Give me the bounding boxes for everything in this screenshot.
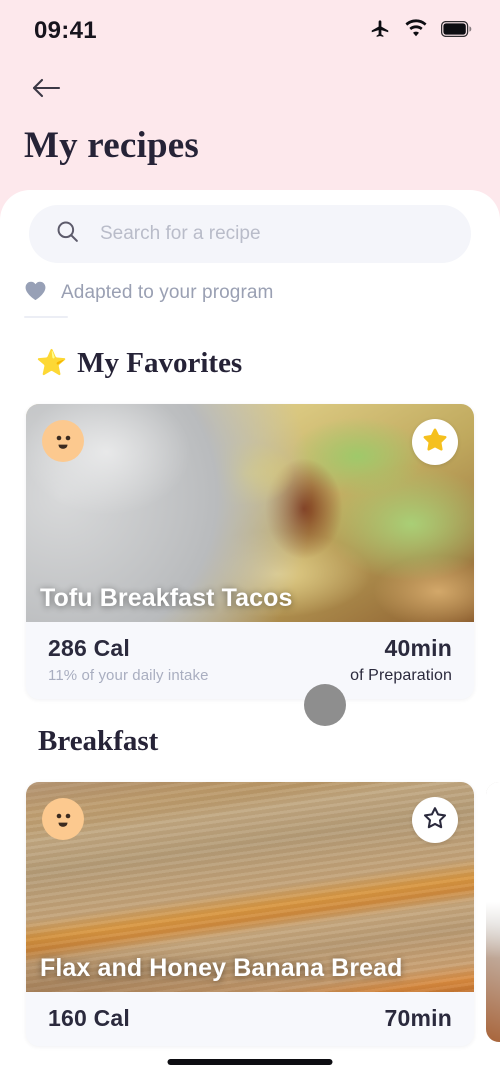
- recipe-card[interactable]: Flax and Honey Banana Bread 160 Cal 70mi…: [26, 782, 474, 1046]
- star-emoji-icon: ⭐: [36, 349, 68, 377]
- heart-icon: [24, 280, 47, 306]
- recipe-nutrition-row: 160 Cal 70min: [26, 992, 474, 1046]
- home-indicator: [167, 1059, 333, 1065]
- section-title: Breakfast: [38, 725, 159, 757]
- filter-adapted-to-program[interactable]: Adapted to your program: [24, 280, 273, 306]
- content-sheet: Adapted to your program ⭐ My Favorites: [0, 190, 500, 1080]
- recipe-card-peek[interactable]: [486, 782, 500, 1042]
- search-bar[interactable]: [29, 205, 471, 263]
- back-button[interactable]: [24, 68, 68, 112]
- neutral-face-emoji-badge: [42, 798, 84, 840]
- section-title: My Favorites: [77, 347, 243, 379]
- favorite-button[interactable]: [412, 419, 458, 465]
- recipe-title: Flax and Honey Banana Bread: [40, 953, 403, 982]
- recipe-image-container: Tofu Breakfast Tacos: [26, 404, 474, 622]
- status-icon-group: [369, 18, 472, 45]
- airplane-mode-icon: [369, 18, 391, 45]
- search-icon: [55, 219, 80, 249]
- calories-value: 286 Cal: [48, 635, 130, 661]
- section-header-favorites: ⭐ My Favorites: [36, 347, 242, 380]
- star-outline-icon: [422, 805, 448, 836]
- recipe-card[interactable]: Tofu Breakfast Tacos 286 Cal 11% of your…: [26, 404, 474, 699]
- arrow-left-icon: [32, 77, 61, 104]
- recipe-nutrition-row: 286 Cal 11% of your daily intake 40min o…: [26, 622, 474, 699]
- section-header-breakfast: Breakfast: [38, 725, 158, 758]
- recipe-image-container: Flax and Honey Banana Bread: [26, 782, 474, 992]
- calories-block: 160 Cal: [48, 1005, 130, 1032]
- star-filled-icon: [422, 427, 448, 458]
- filter-underline: [24, 316, 68, 318]
- calories-sublabel: 11% of your daily intake: [48, 667, 209, 684]
- status-time: 09:41: [34, 17, 97, 44]
- favorite-button[interactable]: [412, 797, 458, 843]
- prep-time-block: 70min: [385, 1005, 452, 1032]
- calories-block: 286 Cal 11% of your daily intake: [48, 635, 209, 684]
- next-recipe-photo: [486, 782, 500, 1042]
- prep-time-sublabel: of Preparation: [350, 667, 452, 684]
- prep-time-value: 70min: [384, 1005, 452, 1031]
- page-title: My recipes: [24, 125, 199, 166]
- search-input[interactable]: [100, 223, 430, 245]
- prep-time-block: 40min of Preparation: [350, 635, 452, 685]
- prep-time-value: 40min: [384, 635, 452, 661]
- wifi-icon: [404, 18, 428, 44]
- filter-label: Adapted to your program: [61, 282, 274, 303]
- status-bar: 09:41: [0, 0, 500, 62]
- neutral-face-emoji-badge: [42, 420, 84, 462]
- battery-icon: [440, 20, 472, 42]
- calories-value: 160 Cal: [48, 1005, 130, 1031]
- recipe-title: Tofu Breakfast Tacos: [40, 583, 293, 612]
- touch-indicator: [304, 684, 346, 726]
